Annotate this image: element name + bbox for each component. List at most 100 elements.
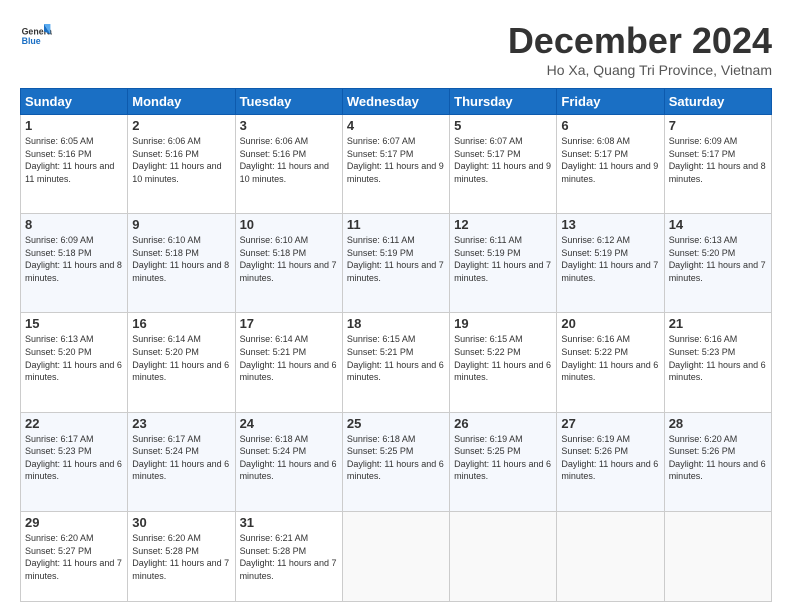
day-info: Sunrise: 6:21 AMSunset: 5:28 PMDaylight:… — [240, 532, 338, 582]
day-number: 13 — [561, 217, 659, 232]
calendar-cell: 22 Sunrise: 6:17 AMSunset: 5:23 PMDayligh… — [21, 412, 128, 511]
page-header: General Blue December 2024 Ho Xa, Quang … — [20, 20, 772, 78]
day-info: Sunrise: 6:11 AMSunset: 5:19 PMDaylight:… — [454, 234, 552, 284]
day-number: 5 — [454, 118, 552, 133]
day-number: 1 — [25, 118, 123, 133]
calendar-cell: 14Sunrise: 6:13 AMSunset: 5:20 PMDayligh… — [664, 214, 771, 313]
location-subtitle: Ho Xa, Quang Tri Province, Vietnam — [508, 62, 772, 78]
calendar-cell: 13 Sunrise: 6:12 AMSunset: 5:19 PMDayligh… — [557, 214, 664, 313]
calendar-cell: 25Sunrise: 6:18 AMSunset: 5:25 PMDayligh… — [342, 412, 449, 511]
calendar-week-row: 29 Sunrise: 6:20 AMSunset: 5:27 PMDayligh… — [21, 511, 772, 601]
day-info: Sunrise: 6:09 AMSunset: 5:18 PMDaylight:… — [25, 234, 123, 284]
day-number: 16 — [132, 316, 230, 331]
day-info: Sunrise: 6:14 AMSunset: 5:20 PMDaylight:… — [132, 333, 230, 383]
day-number: 21 — [669, 316, 767, 331]
day-number: 31 — [240, 515, 338, 530]
day-info: Sunrise: 6:20 AMSunset: 5:26 PMDaylight:… — [669, 433, 767, 483]
day-info: Sunrise: 6:05 AMSunset: 5:16 PMDaylight:… — [25, 135, 123, 185]
day-info: Sunrise: 6:14 AMSunset: 5:21 PMDaylight:… — [240, 333, 338, 383]
day-info: Sunrise: 6:12 AMSunset: 5:19 PMDaylight:… — [561, 234, 659, 284]
day-info: Sunrise: 6:06 AMSunset: 5:16 PMDaylight:… — [240, 135, 338, 185]
day-number: 20 — [561, 316, 659, 331]
col-sunday: Sunday — [21, 89, 128, 115]
calendar-cell: 18 Sunrise: 6:15 AMSunset: 5:21 PMDayligh… — [342, 313, 449, 412]
day-number: 7 — [669, 118, 767, 133]
day-info: Sunrise: 6:17 AMSunset: 5:24 PMDaylight:… — [132, 433, 230, 483]
calendar-cell — [450, 511, 557, 601]
day-info: Sunrise: 6:09 AMSunset: 5:17 PMDaylight:… — [669, 135, 767, 185]
day-info: Sunrise: 6:15 AMSunset: 5:21 PMDaylight:… — [347, 333, 445, 383]
day-number: 30 — [132, 515, 230, 530]
calendar-cell: 5 Sunrise: 6:07 AMSunset: 5:17 PMDaylight… — [450, 115, 557, 214]
day-info: Sunrise: 6:19 AMSunset: 5:26 PMDaylight:… — [561, 433, 659, 483]
calendar-cell: 31 Sunrise: 6:21 AMSunset: 5:28 PMDayligh… — [235, 511, 342, 601]
day-number: 22 — [25, 416, 123, 431]
day-number: 19 — [454, 316, 552, 331]
day-info: Sunrise: 6:16 AMSunset: 5:23 PMDaylight:… — [669, 333, 767, 383]
calendar-cell — [664, 511, 771, 601]
day-number: 11 — [347, 217, 445, 232]
day-info: Sunrise: 6:18 AMSunset: 5:24 PMDaylight:… — [240, 433, 338, 483]
calendar-cell: 19 Sunrise: 6:15 AMSunset: 5:22 PMDayligh… — [450, 313, 557, 412]
calendar-cell: 1 Sunrise: 6:05 AMSunset: 5:16 PMDaylight… — [21, 115, 128, 214]
calendar-header-row: Sunday Monday Tuesday Wednesday Thursday… — [21, 89, 772, 115]
calendar-week-row: 8 Sunrise: 6:09 AMSunset: 5:18 PMDaylight… — [21, 214, 772, 313]
day-number: 8 — [25, 217, 123, 232]
calendar-cell: 7 Sunrise: 6:09 AMSunset: 5:17 PMDaylight… — [664, 115, 771, 214]
calendar-cell: 12 Sunrise: 6:11 AMSunset: 5:19 PMDayligh… — [450, 214, 557, 313]
calendar-cell: 28 Sunrise: 6:20 AMSunset: 5:26 PMDayligh… — [664, 412, 771, 511]
calendar-cell: 8 Sunrise: 6:09 AMSunset: 5:18 PMDaylight… — [21, 214, 128, 313]
calendar-cell: 29 Sunrise: 6:20 AMSunset: 5:27 PMDayligh… — [21, 511, 128, 601]
calendar-cell: 26Sunrise: 6:19 AMSunset: 5:25 PMDayligh… — [450, 412, 557, 511]
day-number: 10 — [240, 217, 338, 232]
col-tuesday: Tuesday — [235, 89, 342, 115]
calendar-cell: 30 Sunrise: 6:20 AMSunset: 5:28 PMDayligh… — [128, 511, 235, 601]
svg-text:Blue: Blue — [22, 36, 41, 46]
day-info: Sunrise: 6:13 AMSunset: 5:20 PMDaylight:… — [669, 234, 767, 284]
day-number: 18 — [347, 316, 445, 331]
col-saturday: Saturday — [664, 89, 771, 115]
day-info: Sunrise: 6:07 AMSunset: 5:17 PMDaylight:… — [454, 135, 552, 185]
day-number: 29 — [25, 515, 123, 530]
calendar-cell: 17 Sunrise: 6:14 AMSunset: 5:21 PMDayligh… — [235, 313, 342, 412]
calendar-cell: 24Sunrise: 6:18 AMSunset: 5:24 PMDayligh… — [235, 412, 342, 511]
calendar-week-row: 15Sunrise: 6:13 AMSunset: 5:20 PMDayligh… — [21, 313, 772, 412]
logo-icon: General Blue — [20, 20, 52, 52]
day-number: 26 — [454, 416, 552, 431]
calendar-cell: 9 Sunrise: 6:10 AMSunset: 5:18 PMDaylight… — [128, 214, 235, 313]
day-info: Sunrise: 6:08 AMSunset: 5:17 PMDaylight:… — [561, 135, 659, 185]
calendar-cell — [557, 511, 664, 601]
calendar-cell: 3Sunrise: 6:06 AMSunset: 5:16 PMDaylight… — [235, 115, 342, 214]
day-info: Sunrise: 6:17 AMSunset: 5:23 PMDaylight:… — [25, 433, 123, 483]
day-number: 25 — [347, 416, 445, 431]
calendar-cell: 6 Sunrise: 6:08 AMSunset: 5:17 PMDaylight… — [557, 115, 664, 214]
calendar-cell: 10 Sunrise: 6:10 AMSunset: 5:18 PMDayligh… — [235, 214, 342, 313]
day-number: 12 — [454, 217, 552, 232]
calendar-week-row: 22 Sunrise: 6:17 AMSunset: 5:23 PMDayligh… — [21, 412, 772, 511]
calendar-cell: 16 Sunrise: 6:14 AMSunset: 5:20 PMDayligh… — [128, 313, 235, 412]
calendar-cell: 4Sunrise: 6:07 AMSunset: 5:17 PMDaylight… — [342, 115, 449, 214]
day-info: Sunrise: 6:10 AMSunset: 5:18 PMDaylight:… — [240, 234, 338, 284]
month-title: December 2024 — [508, 20, 772, 62]
calendar-cell: 27Sunrise: 6:19 AMSunset: 5:26 PMDayligh… — [557, 412, 664, 511]
calendar-cell: 11 Sunrise: 6:11 AMSunset: 5:19 PMDayligh… — [342, 214, 449, 313]
day-number: 28 — [669, 416, 767, 431]
day-info: Sunrise: 6:06 AMSunset: 5:16 PMDaylight:… — [132, 135, 230, 185]
day-info: Sunrise: 6:13 AMSunset: 5:20 PMDaylight:… — [25, 333, 123, 383]
calendar-page: General Blue December 2024 Ho Xa, Quang … — [0, 0, 792, 612]
calendar-table: Sunday Monday Tuesday Wednesday Thursday… — [20, 88, 772, 602]
calendar-cell: 23Sunrise: 6:17 AMSunset: 5:24 PMDayligh… — [128, 412, 235, 511]
day-info: Sunrise: 6:20 AMSunset: 5:27 PMDaylight:… — [25, 532, 123, 582]
col-thursday: Thursday — [450, 89, 557, 115]
calendar-week-row: 1 Sunrise: 6:05 AMSunset: 5:16 PMDaylight… — [21, 115, 772, 214]
day-info: Sunrise: 6:11 AMSunset: 5:19 PMDaylight:… — [347, 234, 445, 284]
calendar-cell: 20 Sunrise: 6:16 AMSunset: 5:22 PMDayligh… — [557, 313, 664, 412]
day-number: 6 — [561, 118, 659, 133]
day-info: Sunrise: 6:15 AMSunset: 5:22 PMDaylight:… — [454, 333, 552, 383]
logo: General Blue — [20, 20, 52, 52]
day-info: Sunrise: 6:10 AMSunset: 5:18 PMDaylight:… — [132, 234, 230, 284]
day-info: Sunrise: 6:16 AMSunset: 5:22 PMDaylight:… — [561, 333, 659, 383]
day-info: Sunrise: 6:20 AMSunset: 5:28 PMDaylight:… — [132, 532, 230, 582]
day-number: 17 — [240, 316, 338, 331]
day-number: 9 — [132, 217, 230, 232]
